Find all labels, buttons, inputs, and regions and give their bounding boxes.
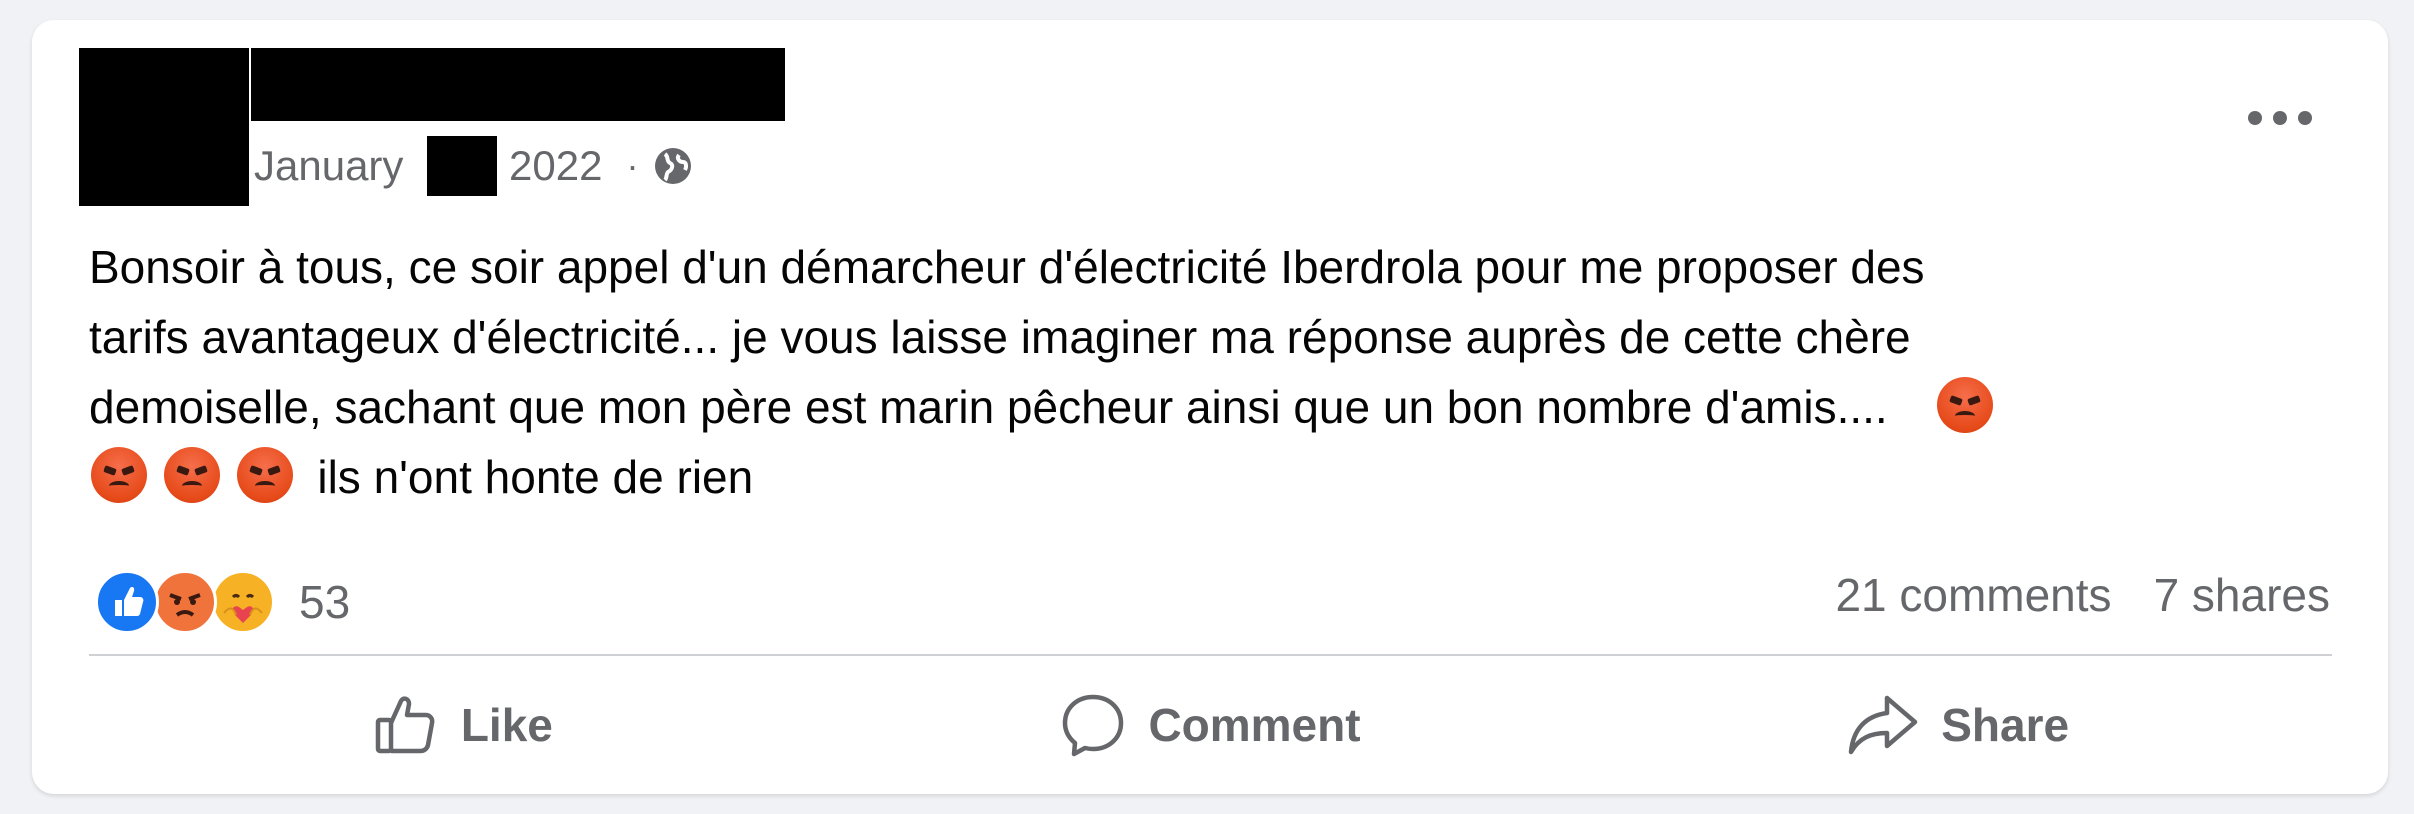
globe-icon[interactable]: [652, 145, 694, 187]
angry-reaction-icon: [153, 570, 217, 634]
more-dot: [2273, 111, 2287, 125]
angry-face-emoji-icon: [1937, 377, 1994, 433]
post-text-line: tarifs avantageux d'électricité... je vo…: [89, 311, 1911, 363]
angry-face-emoji-icon: [236, 447, 293, 503]
post-text-line: Bonsoir à tous, ce soir appel d'un démar…: [89, 241, 1925, 293]
more-dot: [2248, 111, 2262, 125]
post-text: Bonsoir à tous, ce soir appel d'un démar…: [89, 232, 2329, 512]
post-actions-bar: Like Comment Share: [89, 665, 2332, 785]
meta-separator: ·: [626, 145, 639, 186]
comments-count[interactable]: 21 comments: [1835, 568, 2111, 622]
like-thumb-icon: [373, 692, 439, 758]
divider: [89, 654, 2332, 656]
share-button[interactable]: Share: [1584, 665, 2332, 785]
like-button[interactable]: Like: [89, 665, 837, 785]
post-text-line: demoiselle, sachant que mon père est mar…: [89, 372, 2329, 442]
share-arrow-icon: [1847, 692, 1919, 758]
comment-bubble-icon: [1060, 692, 1126, 758]
share-button-label: Share: [1941, 699, 2070, 751]
redacted-avatar: [79, 48, 249, 206]
post-text-segment: demoiselle, sachant que mon père est mar…: [89, 381, 1888, 433]
reaction-count[interactable]: 53: [299, 575, 350, 629]
comment-button-label: Comment: [1148, 699, 1361, 751]
like-button-label: Like: [460, 699, 553, 751]
reactions-summary[interactable]: 53: [95, 550, 350, 654]
post-date-month[interactable]: January: [254, 142, 427, 190]
post-text-segment: ils n'ont honte de rien: [317, 451, 754, 503]
shares-count[interactable]: 7 shares: [2154, 568, 2330, 622]
post-date-year[interactable]: 2022: [509, 142, 602, 190]
more-dot: [2298, 111, 2312, 125]
more-options-icon[interactable]: [2248, 98, 2312, 138]
post-text-line: ils n'ont honte de rien: [89, 442, 2329, 512]
engagement-stats: 21 comments 7 shares: [1835, 568, 2330, 622]
care-reaction-icon: [211, 570, 275, 634]
angry-face-emoji-icon: [163, 447, 220, 503]
angry-face-emoji-icon: [91, 447, 147, 503]
comment-button[interactable]: Comment: [837, 665, 1585, 785]
redacted-date-block: [427, 136, 497, 196]
redacted-author-name: [251, 48, 785, 121]
like-reaction-icon: [95, 570, 159, 634]
post-card: January 2022 · Bonsoir à tous, ce soir a…: [32, 20, 2388, 794]
